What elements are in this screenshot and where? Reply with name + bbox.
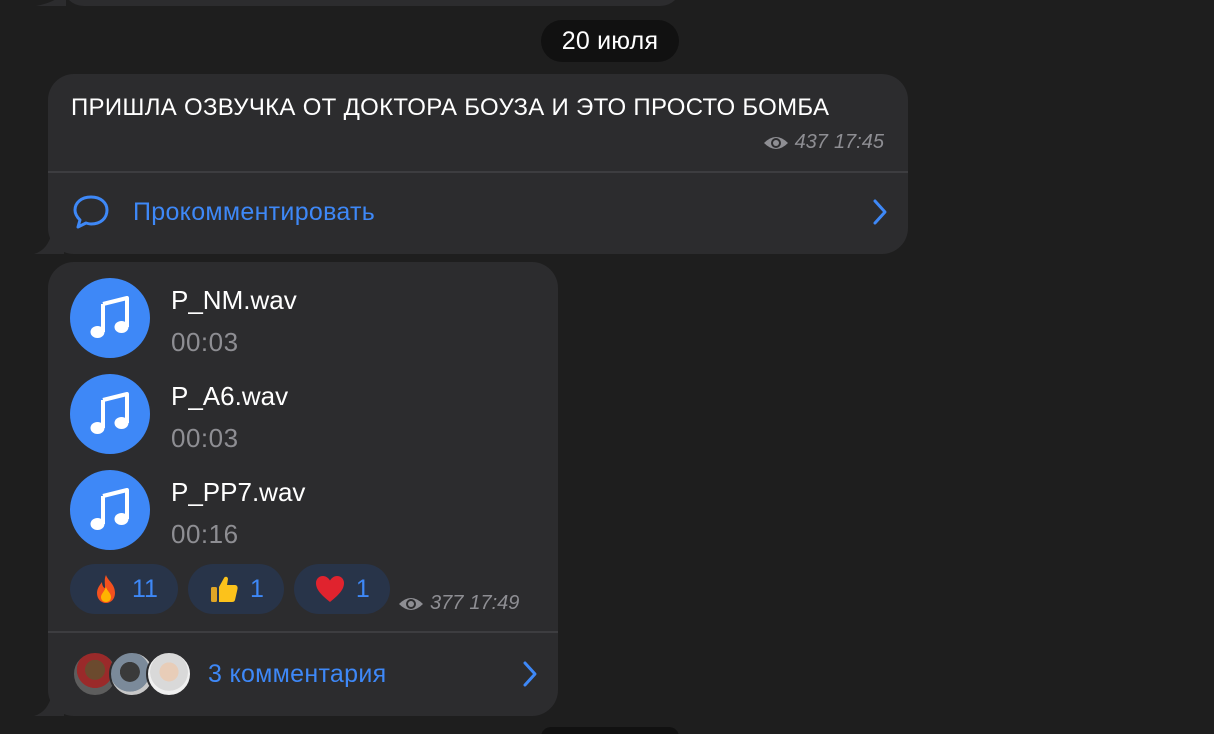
- message-meta: 377 17:49: [398, 592, 519, 615]
- reaction-fire[interactable]: 11: [70, 564, 178, 614]
- track-duration: 00:03: [171, 327, 239, 357]
- track-title: P_PP7.wav: [171, 477, 306, 507]
- music-note-icon: [90, 296, 129, 338]
- avatar: [146, 651, 192, 697]
- eye-icon: [399, 597, 423, 610]
- audio-track[interactable]: P_PP7.wav 00:16: [70, 470, 530, 550]
- play-audio-button[interactable]: [70, 470, 150, 550]
- heart-icon: [315, 576, 344, 602]
- speech-bubble-icon: [73, 195, 109, 229]
- message-time: 17:49: [469, 592, 520, 614]
- message-meta: 437 17:45: [763, 131, 884, 154]
- message-text: ПРИШЛА ОЗВУЧКА ОТ ДОКТОРА БОУЗА И ЭТО ПР…: [71, 94, 830, 121]
- reaction-count: 11: [132, 574, 158, 603]
- reaction-heart[interactable]: 1: [293, 564, 390, 614]
- view-count: 437: [794, 131, 828, 153]
- comment-button[interactable]: Прокомментировать: [48, 172, 908, 254]
- comments-count-label: 3 комментария: [208, 660, 387, 688]
- audio-track[interactable]: P_A6.wav 00:03: [70, 374, 530, 454]
- bubble-tail: [36, 0, 66, 6]
- reaction-thumbs-up[interactable]: 1: [187, 564, 284, 614]
- previous-message-bubble[interactable]: [62, 0, 682, 6]
- play-audio-button[interactable]: [70, 278, 150, 358]
- chevron-right-icon: [523, 661, 537, 687]
- audio-track[interactable]: P_NM.wav 00:03: [70, 278, 530, 358]
- comments-button[interactable]: 3 комментария: [48, 633, 558, 716]
- date-separator: 20 июля: [541, 20, 679, 62]
- date-separator-partial: [541, 727, 679, 734]
- play-audio-button[interactable]: [70, 374, 150, 454]
- reaction-count: 1: [355, 574, 370, 603]
- bubble-tail: [34, 694, 64, 716]
- message-bubble-audio-post[interactable]: P_NM.wav 00:03 P_A6.wav 00:03 P_PP7.wav …: [48, 262, 558, 716]
- chevron-right-icon: [873, 199, 887, 225]
- commenter-avatars: [72, 651, 192, 697]
- view-count: 377: [430, 592, 464, 614]
- thumbs-up-icon: [210, 576, 238, 602]
- music-note-icon: [90, 488, 129, 530]
- eye-icon: [763, 136, 788, 149]
- message-time: 17:45: [833, 131, 884, 153]
- reaction-count: 1: [249, 574, 264, 603]
- track-duration: 00:03: [171, 423, 239, 453]
- comment-label: Прокомментировать: [133, 198, 376, 226]
- reactions-bar: 11 1 1: [70, 564, 390, 614]
- music-note-icon: [90, 392, 129, 434]
- track-duration: 00:16: [171, 519, 239, 549]
- track-title: P_NM.wav: [171, 285, 297, 315]
- chat-view: 20 июля ПРИШЛА ОЗВУЧКА ОТ ДОКТОРА БОУЗА …: [0, 0, 1214, 734]
- fire-icon: [97, 575, 115, 603]
- track-title: P_A6.wav: [171, 381, 289, 411]
- bubble-tail: [34, 232, 64, 254]
- message-bubble-text-post[interactable]: ПРИШЛА ОЗВУЧКА ОТ ДОКТОРА БОУЗА И ЭТО ПР…: [48, 74, 908, 254]
